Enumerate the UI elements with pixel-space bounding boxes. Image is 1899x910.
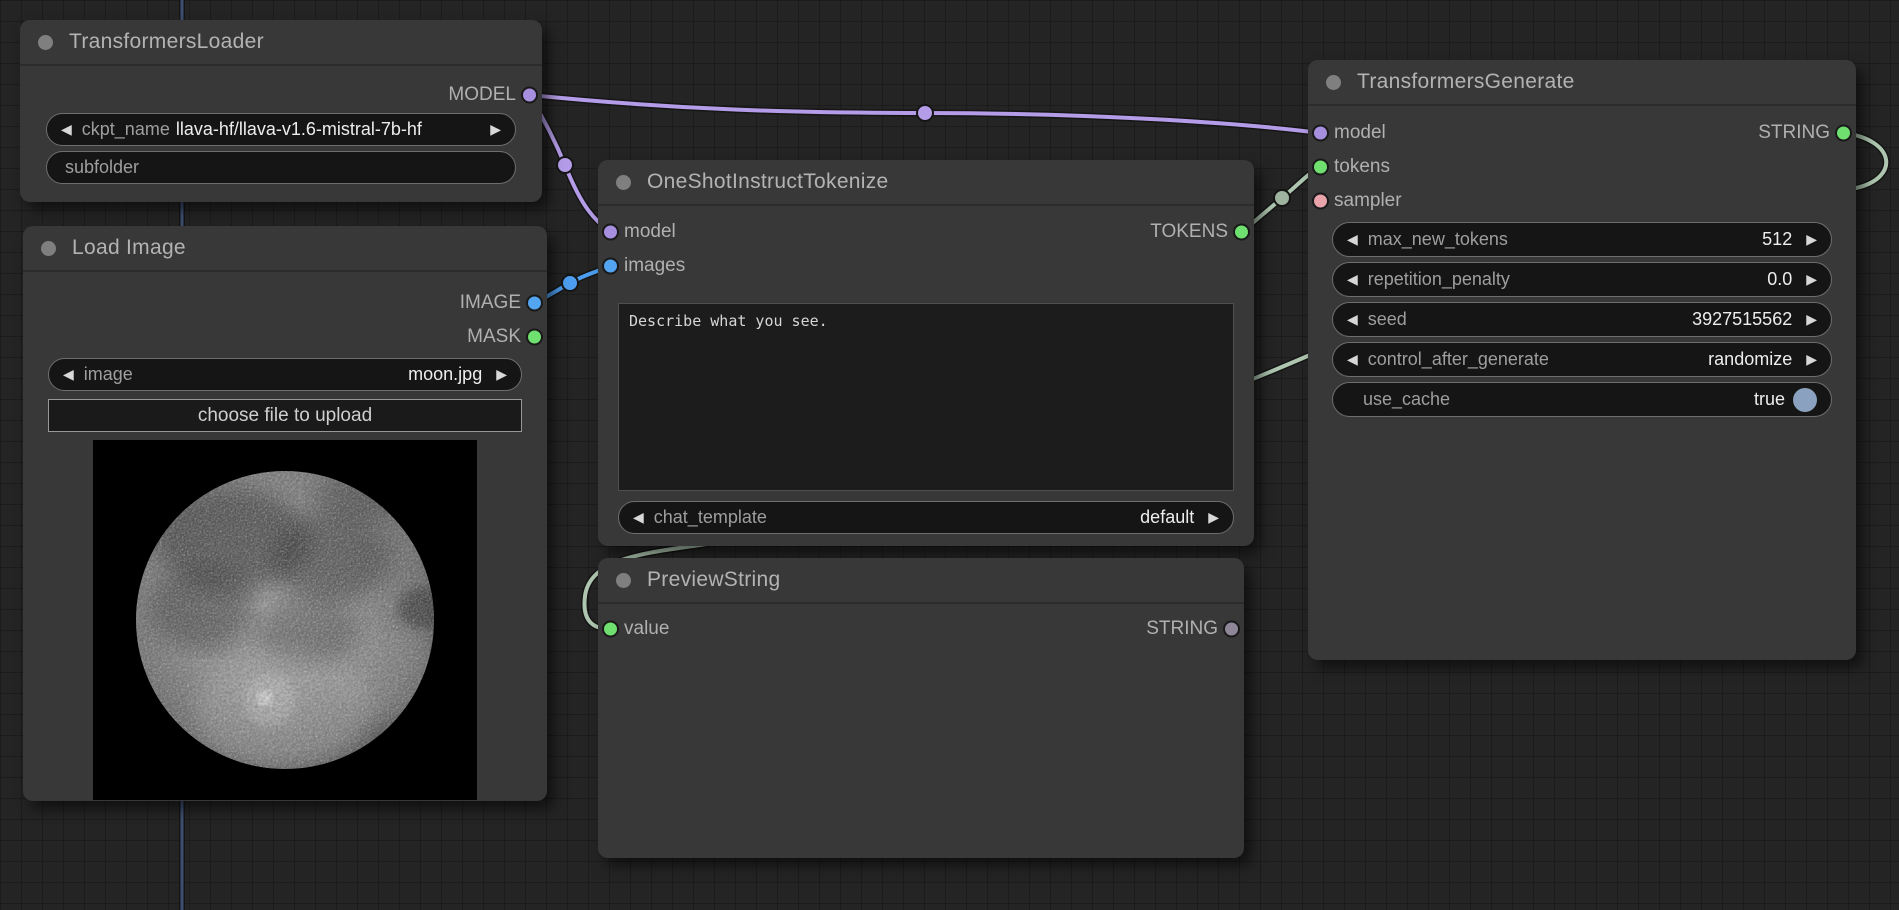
node-title: OneShotInstructTokenize bbox=[647, 170, 889, 194]
node-transformers-generate[interactable]: TransformersGenerate model STRING tokens… bbox=[1308, 60, 1856, 660]
widget-repetition-penalty[interactable]: ◀ repetition_penalty 0.0 ▶ bbox=[1332, 262, 1832, 297]
node-titlebar[interactable]: PreviewString bbox=[598, 558, 1244, 604]
node-preview-string[interactable]: PreviewString value STRING bbox=[598, 558, 1244, 858]
widget-label: use_cache bbox=[1363, 389, 1450, 410]
arrow-left-icon[interactable]: ◀ bbox=[1347, 271, 1358, 288]
output-label-string: STRING bbox=[1146, 618, 1218, 640]
widget-label: image bbox=[84, 364, 133, 385]
arrow-right-icon[interactable]: ▶ bbox=[1806, 351, 1817, 368]
widget-label: subfolder bbox=[65, 157, 139, 178]
widget-seed[interactable]: ◀ seed 3927515562 ▶ bbox=[1332, 302, 1832, 337]
arrow-left-icon[interactable]: ◀ bbox=[1347, 231, 1358, 248]
input-slot-model[interactable] bbox=[602, 224, 619, 241]
widget-value: llava-hf/llava-v1.6-mistral-7b-hf bbox=[176, 119, 422, 140]
node-transformers-loader[interactable]: TransformersLoader MODEL ◀ ckpt_name lla… bbox=[20, 20, 542, 202]
widget-value: 512 bbox=[1762, 229, 1792, 250]
reroute-dot[interactable] bbox=[917, 105, 933, 121]
node-load-image[interactable]: Load Image IMAGE MASK ◀ image moon.jpg ▶… bbox=[23, 226, 547, 801]
arrow-right-icon[interactable]: ▶ bbox=[496, 366, 507, 383]
reroute-dot[interactable] bbox=[562, 275, 578, 291]
output-slot-string[interactable] bbox=[1223, 621, 1240, 638]
input-slot-sampler[interactable] bbox=[1312, 193, 1329, 210]
arrow-left-icon[interactable]: ◀ bbox=[633, 509, 644, 526]
output-label-string: STRING bbox=[1758, 122, 1830, 144]
collapse-dot-icon[interactable] bbox=[38, 35, 53, 50]
node-titlebar[interactable]: TransformersLoader bbox=[20, 20, 542, 66]
widget-control-after-generate[interactable]: ◀ control_after_generate randomize ▶ bbox=[1332, 342, 1832, 377]
widget-value: default bbox=[1140, 507, 1194, 528]
output-label-mask: MASK bbox=[467, 326, 521, 348]
node-titlebar[interactable]: Load Image bbox=[23, 226, 547, 272]
node-title: TransformersLoader bbox=[69, 30, 264, 54]
collapse-dot-icon[interactable] bbox=[1326, 75, 1341, 90]
output-slot-mask[interactable] bbox=[526, 329, 543, 346]
arrow-left-icon[interactable]: ◀ bbox=[63, 366, 74, 383]
node-graph-canvas[interactable]: TransformersLoader MODEL ◀ ckpt_name lla… bbox=[0, 0, 1899, 910]
widget-value: randomize bbox=[1708, 349, 1792, 370]
input-slot-tokens[interactable] bbox=[1312, 159, 1329, 176]
input-label-model: model bbox=[624, 221, 676, 243]
arrow-right-icon[interactable]: ▶ bbox=[1806, 271, 1817, 288]
reroute-dot[interactable] bbox=[557, 157, 573, 173]
widget-image-file[interactable]: ◀ image moon.jpg ▶ bbox=[48, 358, 522, 391]
widget-label: control_after_generate bbox=[1368, 349, 1549, 370]
arrow-left-icon[interactable]: ◀ bbox=[1347, 311, 1358, 328]
arrow-right-icon[interactable]: ▶ bbox=[1208, 509, 1219, 526]
widget-max-new-tokens[interactable]: ◀ max_new_tokens 512 ▶ bbox=[1332, 222, 1832, 257]
widget-label: ckpt_name bbox=[82, 119, 170, 140]
toggle-on-icon[interactable] bbox=[1793, 388, 1817, 412]
upload-button[interactable]: choose file to upload bbox=[48, 399, 522, 432]
output-label-tokens: TOKENS bbox=[1150, 221, 1228, 243]
collapse-dot-icon[interactable] bbox=[616, 573, 631, 588]
image-preview-moon bbox=[93, 440, 477, 800]
input-label-model: model bbox=[1334, 122, 1386, 144]
collapse-dot-icon[interactable] bbox=[616, 175, 631, 190]
arrow-left-icon[interactable]: ◀ bbox=[1347, 351, 1358, 368]
node-titlebar[interactable]: TransformersGenerate bbox=[1308, 60, 1856, 106]
widget-value: 0.0 bbox=[1767, 269, 1792, 290]
widget-subfolder[interactable]: subfolder bbox=[46, 151, 516, 184]
node-title: TransformersGenerate bbox=[1357, 70, 1575, 94]
widget-label: chat_template bbox=[654, 507, 767, 528]
widget-use-cache[interactable]: use_cache true bbox=[1332, 382, 1832, 417]
input-slot-images[interactable] bbox=[602, 258, 619, 275]
output-label-image: IMAGE bbox=[460, 292, 521, 314]
arrow-left-icon[interactable]: ◀ bbox=[61, 121, 72, 138]
widget-label: max_new_tokens bbox=[1368, 229, 1508, 250]
input-slot-value[interactable] bbox=[602, 621, 619, 638]
widget-label: seed bbox=[1368, 309, 1407, 330]
arrow-right-icon[interactable]: ▶ bbox=[1806, 231, 1817, 248]
prompt-textarea[interactable]: Describe what you see. bbox=[618, 303, 1234, 491]
output-slot-tokens[interactable] bbox=[1233, 224, 1250, 241]
widget-value: true bbox=[1754, 389, 1785, 410]
output-label-model: MODEL bbox=[448, 84, 516, 106]
node-title: PreviewString bbox=[647, 568, 780, 592]
node-oneshot-instruct-tokenize[interactable]: OneShotInstructTokenize model TOKENS ima… bbox=[598, 160, 1254, 546]
widget-ckpt-name[interactable]: ◀ ckpt_name llava-hf/llava-v1.6-mistral-… bbox=[46, 113, 516, 146]
output-slot-model[interactable] bbox=[521, 87, 538, 104]
collapse-dot-icon[interactable] bbox=[41, 241, 56, 256]
arrow-right-icon[interactable]: ▶ bbox=[490, 121, 501, 138]
input-label-value: value bbox=[624, 618, 669, 640]
node-title: Load Image bbox=[72, 236, 186, 260]
input-label-sampler: sampler bbox=[1334, 190, 1402, 212]
widget-label: repetition_penalty bbox=[1368, 269, 1510, 290]
widget-value: moon.jpg bbox=[408, 364, 482, 385]
input-label-images: images bbox=[624, 255, 685, 277]
widget-value: 3927515562 bbox=[1692, 309, 1792, 330]
widget-chat-template[interactable]: ◀ chat_template default ▶ bbox=[618, 501, 1234, 534]
output-slot-string[interactable] bbox=[1835, 125, 1852, 142]
arrow-right-icon[interactable]: ▶ bbox=[1806, 311, 1817, 328]
input-label-tokens: tokens bbox=[1334, 156, 1390, 178]
input-slot-model[interactable] bbox=[1312, 125, 1329, 142]
output-slot-image[interactable] bbox=[526, 295, 543, 312]
reroute-dot[interactable] bbox=[1274, 190, 1290, 206]
node-titlebar[interactable]: OneShotInstructTokenize bbox=[598, 160, 1254, 206]
